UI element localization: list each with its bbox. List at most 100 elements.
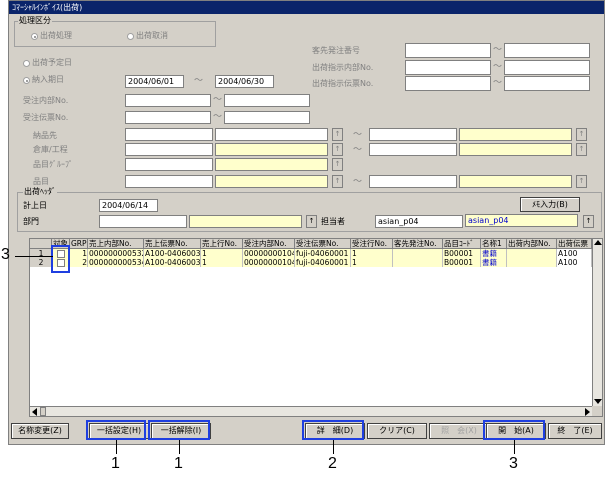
order-internal-to[interactable] (224, 94, 310, 107)
item-label: 品目 (33, 177, 49, 186)
inquiry-button[interactable]: 照 会(X) (429, 423, 489, 439)
col-sales-line[interactable]: 売上行No. (201, 239, 243, 249)
customer-order-no-from[interactable] (405, 43, 491, 58)
customer-order-no-to[interactable] (504, 43, 590, 58)
shipping-header-label: 出荷ﾍｯﾀﾞ (23, 187, 57, 197)
order-slip-label: 受注伝票No. (23, 113, 69, 122)
col-sales-internal[interactable]: 売上内部No. (88, 239, 144, 249)
warehouse-lookup-button[interactable]: ↑ (332, 143, 343, 156)
ship-instr-slip-to[interactable] (504, 76, 590, 91)
item-sep: ～ (353, 177, 363, 187)
highlight-bulk-clear (148, 420, 210, 440)
row-item-code: B00001 (443, 258, 481, 267)
department-lookup-button[interactable]: ↑ (306, 215, 317, 228)
end-button[interactable]: 終 了(E) (548, 423, 602, 439)
delivery-to-lookup-to-button[interactable]: ↑ (576, 128, 587, 141)
row-order-slip: fuji-04060001 (295, 258, 351, 267)
radio-planned-ship-date[interactable] (23, 60, 30, 67)
ship-instr-internal-from[interactable] (405, 60, 491, 75)
vertical-scrollbar[interactable] (592, 239, 602, 406)
row-sales-line: 1 (201, 249, 243, 258)
date-range-sep: ～ (194, 76, 204, 86)
delivery-to-name (215, 128, 328, 141)
col-order-line[interactable]: 受注行No. (351, 239, 393, 249)
ship-instr-internal-sep: ～ (493, 62, 503, 72)
order-slip-from[interactable] (125, 111, 211, 124)
col-order-internal[interactable]: 受注内部No. (243, 239, 295, 249)
scroll-thumb[interactable] (40, 407, 46, 416)
row-customer-po (393, 258, 443, 267)
order-slip-to[interactable] (224, 111, 310, 124)
callout-3b-line (514, 440, 515, 454)
radio-shipping-process[interactable] (31, 33, 38, 40)
scroll-right-icon[interactable] (585, 408, 590, 416)
item-lookup-to-button[interactable]: ↑ (576, 175, 587, 188)
delivery-to-label: 納品先 (33, 131, 57, 140)
person-label: 担当者 (321, 217, 345, 226)
row-sales-slip: A100-04060032 (144, 258, 201, 267)
horizontal-scrollbar[interactable] (30, 406, 592, 416)
ship-instr-internal-label: 出荷指示内部No. (312, 63, 374, 72)
callout-3-left: 3 (1, 246, 10, 263)
clear-button[interactable]: クリア(C) (367, 423, 427, 439)
rename-button[interactable]: 名称変更(Z) (11, 423, 69, 439)
col-grp[interactable]: GRP (70, 239, 88, 249)
post-date-input[interactable]: 2004/06/14 (99, 199, 158, 212)
warehouse-name (215, 143, 328, 156)
delivery-to-lookup-button[interactable]: ↑ (332, 128, 343, 141)
scroll-left-icon[interactable] (32, 408, 37, 416)
scroll-down-icon[interactable] (594, 399, 602, 404)
callout-1b-line (179, 440, 180, 454)
row-order-internal: 000000001041 (243, 258, 295, 267)
results-grid: 対象 GRP 売上内部No. 売上伝票No. 売上行No. 受注内部No. 受注… (29, 238, 603, 417)
ship-instr-slip-from[interactable] (405, 76, 491, 91)
col-order-slip[interactable]: 受注伝票No. (295, 239, 351, 249)
col-name1[interactable]: 名称1 (481, 239, 507, 249)
row-ship-internal (507, 258, 557, 267)
window-title: ｺﾏｰｼｬﾙｲﾝﾎﾞｲｽ(出荷) (9, 1, 604, 14)
item-name-to (459, 175, 572, 188)
process-type-label: 処理区分 (18, 16, 52, 26)
row-ship-slip: A100 (557, 249, 592, 258)
callout-1b: 1 (174, 455, 183, 472)
person-code[interactable]: asian_p04 (375, 215, 463, 228)
item-group-lookup-button[interactable]: ↑ (332, 158, 343, 171)
warehouse-code[interactable] (125, 143, 213, 156)
memo-input-button[interactable]: ﾒﾓ入力(B) (520, 197, 580, 212)
col-item-code[interactable]: 品目ｺｰﾄﾞ (443, 239, 481, 249)
department-code[interactable] (99, 215, 187, 228)
order-internal-from[interactable] (125, 94, 211, 107)
radio-delivery-date[interactable] (23, 77, 30, 84)
col-ship-slip[interactable]: 出荷伝票 (557, 239, 592, 249)
item-group-label: 品目ｸﾞﾙｰﾌﾟ (33, 160, 73, 169)
order-internal-sep: ～ (213, 95, 223, 105)
item-code[interactable] (125, 175, 213, 188)
ship-instr-internal-to[interactable] (504, 60, 590, 75)
warehouse-sep: ～ (353, 145, 363, 155)
callout-3-left-line (15, 256, 53, 257)
scroll-up-icon[interactable] (594, 240, 602, 245)
date-to-input[interactable]: 2004/06/30 (215, 75, 274, 88)
col-customer-po[interactable]: 客先発注No. (393, 239, 443, 249)
person-lookup-button[interactable]: ↑ (583, 215, 594, 228)
warehouse-code-to[interactable] (369, 143, 457, 156)
col-sales-slip[interactable]: 売上伝票No. (144, 239, 201, 249)
row-grp: 1 (70, 249, 88, 258)
highlight-start (483, 420, 545, 440)
item-group-code[interactable] (125, 158, 213, 171)
delivery-to-code-to[interactable] (369, 128, 457, 141)
delivery-to-code[interactable] (125, 128, 213, 141)
item-lookup-button[interactable]: ↑ (332, 175, 343, 188)
date-from-input[interactable]: 2004/06/01 (125, 75, 184, 88)
row-number: 2 (30, 258, 52, 267)
row-order-internal: 000000001041 (243, 249, 295, 258)
item-code-to[interactable] (369, 175, 457, 188)
row-ship-internal (507, 249, 557, 258)
row-customer-po (393, 249, 443, 258)
radio-shipping-cancel[interactable] (127, 33, 134, 40)
customer-order-no-label: 客先発注番号 (312, 46, 360, 55)
row-name1: 書籍 (481, 249, 507, 258)
warehouse-lookup-to-button[interactable]: ↑ (576, 143, 587, 156)
col-ship-internal[interactable]: 出荷内部No. (507, 239, 557, 249)
callout-1a-line (116, 440, 117, 454)
